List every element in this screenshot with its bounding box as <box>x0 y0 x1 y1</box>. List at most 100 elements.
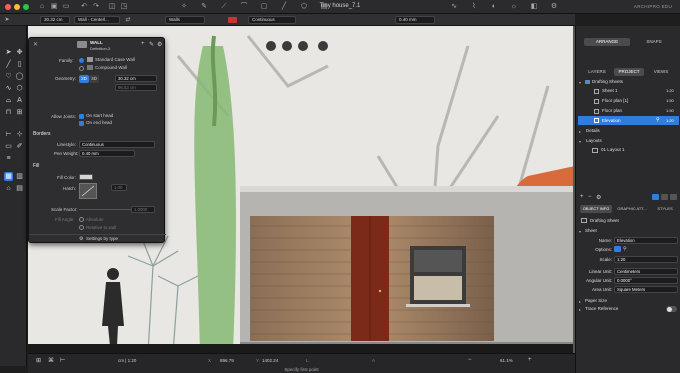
collapse-icon[interactable]: ✕ <box>33 41 38 48</box>
layout-item[interactable]: 01 Layout 1 <box>601 145 625 154</box>
lock-icon[interactable]: ⌘ <box>48 357 54 364</box>
zoom-out-icon[interactable]: − <box>468 357 472 363</box>
dimension-tool-icon[interactable]: ⊢ <box>4 130 13 139</box>
pen-edit-icon[interactable]: ✎ <box>149 41 154 48</box>
trace-reference-toggle[interactable] <box>666 306 677 312</box>
fill-angle-absolute-radio[interactable] <box>79 217 84 222</box>
chevron-right-icon[interactable]: ▸ <box>579 129 581 134</box>
drafting-sheets-label[interactable]: Drafting Sheets <box>592 77 623 86</box>
tab-arrange[interactable]: ARRANGE <box>584 38 630 46</box>
palette-definition[interactable]: Definition-3 <box>90 46 110 51</box>
chevron-right-icon[interactable]: ▸ <box>579 299 581 304</box>
length-field[interactable]: 30.32 cm <box>40 16 70 24</box>
layouts-label[interactable]: Layouts <box>586 136 602 145</box>
spline-icon[interactable]: ⌇ <box>470 3 478 11</box>
eyedropper-tool-icon[interactable]: ✐ <box>15 142 24 151</box>
tab-object-info[interactable]: OBJECT INFO <box>580 205 612 213</box>
stair-tool-icon[interactable]: ≡ <box>4 154 13 163</box>
joint-end-checkbox[interactable] <box>79 121 84 126</box>
tab-project[interactable]: PROJECT <box>614 68 644 76</box>
geometry-width-field[interactable]: 30.32 cm <box>115 75 157 82</box>
sheet-item-name[interactable]: Floor plan <box>602 106 622 115</box>
view-toggle-icon[interactable] <box>652 194 659 200</box>
scale-factor-field[interactable]: 1.0000 <box>131 206 155 213</box>
class-dropdown[interactable]: Walls <box>165 16 205 24</box>
linestyle-dropdown[interactable]: Continuous <box>248 16 296 24</box>
fill-angle-relative-radio[interactable] <box>79 225 84 230</box>
view-toggle-icon[interactable] <box>661 194 668 200</box>
options-icon[interactable]: ⚙ <box>596 194 601 201</box>
geometry-2d-toggle[interactable]: 2D <box>79 75 89 83</box>
pen-weight-dropdown[interactable]: 0.40 mm <box>79 150 135 157</box>
pin-icon[interactable]: ⚲ <box>656 116 660 125</box>
add-icon[interactable]: + <box>580 194 584 200</box>
circle-tool-icon[interactable]: ◯ <box>15 72 24 81</box>
tab-views[interactable]: VIEWS <box>646 68 676 76</box>
family-standard-radio[interactable] <box>79 58 84 63</box>
object-icon[interactable]: ◧ <box>530 3 538 11</box>
name-field[interactable]: Elevation <box>614 237 678 244</box>
joint-start-checkbox[interactable] <box>79 114 84 119</box>
details-label[interactable]: Details <box>586 126 600 135</box>
more-icon[interactable]: ⚙ <box>157 41 162 48</box>
view-controls[interactable] <box>266 41 328 51</box>
geometry-3d-toggle[interactable]: 3D <box>89 75 99 83</box>
add-icon[interactable]: + <box>141 41 145 47</box>
sheet-item-name[interactable]: Sheet 1 <box>602 86 618 95</box>
scale-factor-slider[interactable] <box>79 209 131 210</box>
pointer-icon[interactable]: ➤ <box>3 16 11 24</box>
geometry-height-field[interactable]: 96.53 cm <box>115 84 157 91</box>
curve-icon[interactable]: ∿ <box>450 3 458 11</box>
column-tool-icon[interactable]: ▥ <box>15 172 24 181</box>
tab-graphic-attributes[interactable]: GRAPHIC ATT... <box>614 205 650 213</box>
heart-tool-icon[interactable]: ♡ <box>4 72 13 81</box>
wall-active-tool-icon[interactable]: ▦ <box>4 172 13 181</box>
linestyle-dropdown[interactable]: Continuous <box>79 141 155 148</box>
chevron-down-icon[interactable]: ▾ <box>579 80 581 85</box>
zoom-in-icon[interactable]: + <box>528 357 532 363</box>
slab-tool-icon[interactable]: ▭ <box>4 142 13 151</box>
chevron-down-icon[interactable]: ▾ <box>579 229 581 234</box>
angular-unit-dropdown[interactable]: 0.0000° <box>614 277 678 284</box>
wall-tool-icon[interactable]: ▯ <box>15 60 24 69</box>
text-tool-icon[interactable]: A <box>15 96 24 105</box>
select-tool-icon[interactable]: ➤ <box>4 48 13 57</box>
roof-tool-icon[interactable]: ⌂ <box>4 184 13 193</box>
flip-icon[interactable]: ⇄ <box>124 16 132 24</box>
scale-dropdown[interactable]: 1:20 <box>614 256 678 263</box>
ruler-icon[interactable]: ⊢ <box>60 357 65 364</box>
hatch-preview[interactable] <box>79 183 97 199</box>
door-tool-icon[interactable]: ⊓ <box>4 108 13 117</box>
sheet-item-name[interactable]: Floor plan [1] <box>602 96 628 105</box>
freehand-tool-icon[interactable]: ∿ <box>4 84 13 93</box>
trace-reference-section[interactable]: Trace Reference <box>585 304 618 313</box>
sheet-section-title[interactable]: Sheet <box>585 226 597 235</box>
fill-color-swatch[interactable] <box>79 174 93 180</box>
line-tool-icon[interactable]: ╱ <box>4 60 13 69</box>
chevron-right-icon[interactable]: ▸ <box>579 307 581 312</box>
wall-mode-dropdown[interactable]: Wall - Centerl... <box>74 16 120 24</box>
grid-tool-icon[interactable]: ⊹ <box>15 130 24 139</box>
tab-snaps[interactable]: SNAPS <box>632 38 676 46</box>
area-unit-dropdown[interactable]: Square Meters <box>614 286 678 293</box>
space-tool-icon[interactable]: ▤ <box>15 184 24 193</box>
polygon-tool-icon[interactable]: ⬡ <box>15 84 24 93</box>
hatch-value-field[interactable]: 1.00 <box>111 184 127 191</box>
chevron-down-icon[interactable]: ▾ <box>579 139 581 144</box>
linear-unit-dropdown[interactable]: Centimeters <box>614 268 678 275</box>
zoom-percent[interactable]: 61.1% <box>500 358 513 363</box>
tab-styles[interactable]: STYLES <box>652 205 678 213</box>
options-icon-button[interactable] <box>614 246 621 252</box>
settings-icon[interactable]: ⚙ <box>550 3 558 11</box>
render-icon[interactable]: ◐ <box>490 3 498 11</box>
tab-layers[interactable]: LAYERS <box>582 68 612 76</box>
settings-gear-icon[interactable]: ⚙ <box>79 236 83 242</box>
view-toggle-icon[interactable] <box>670 194 677 200</box>
family-compound-radio[interactable] <box>79 66 84 71</box>
color-swatch[interactable] <box>228 17 237 23</box>
pan-tool-icon[interactable]: ✥ <box>15 48 24 57</box>
pin-icon[interactable]: ⚲ <box>623 246 627 252</box>
sheet-item-name[interactable]: Elevation <box>602 116 621 125</box>
remove-icon[interactable]: − <box>588 194 592 200</box>
settings-by-type-link[interactable]: Settings by type <box>86 236 118 241</box>
